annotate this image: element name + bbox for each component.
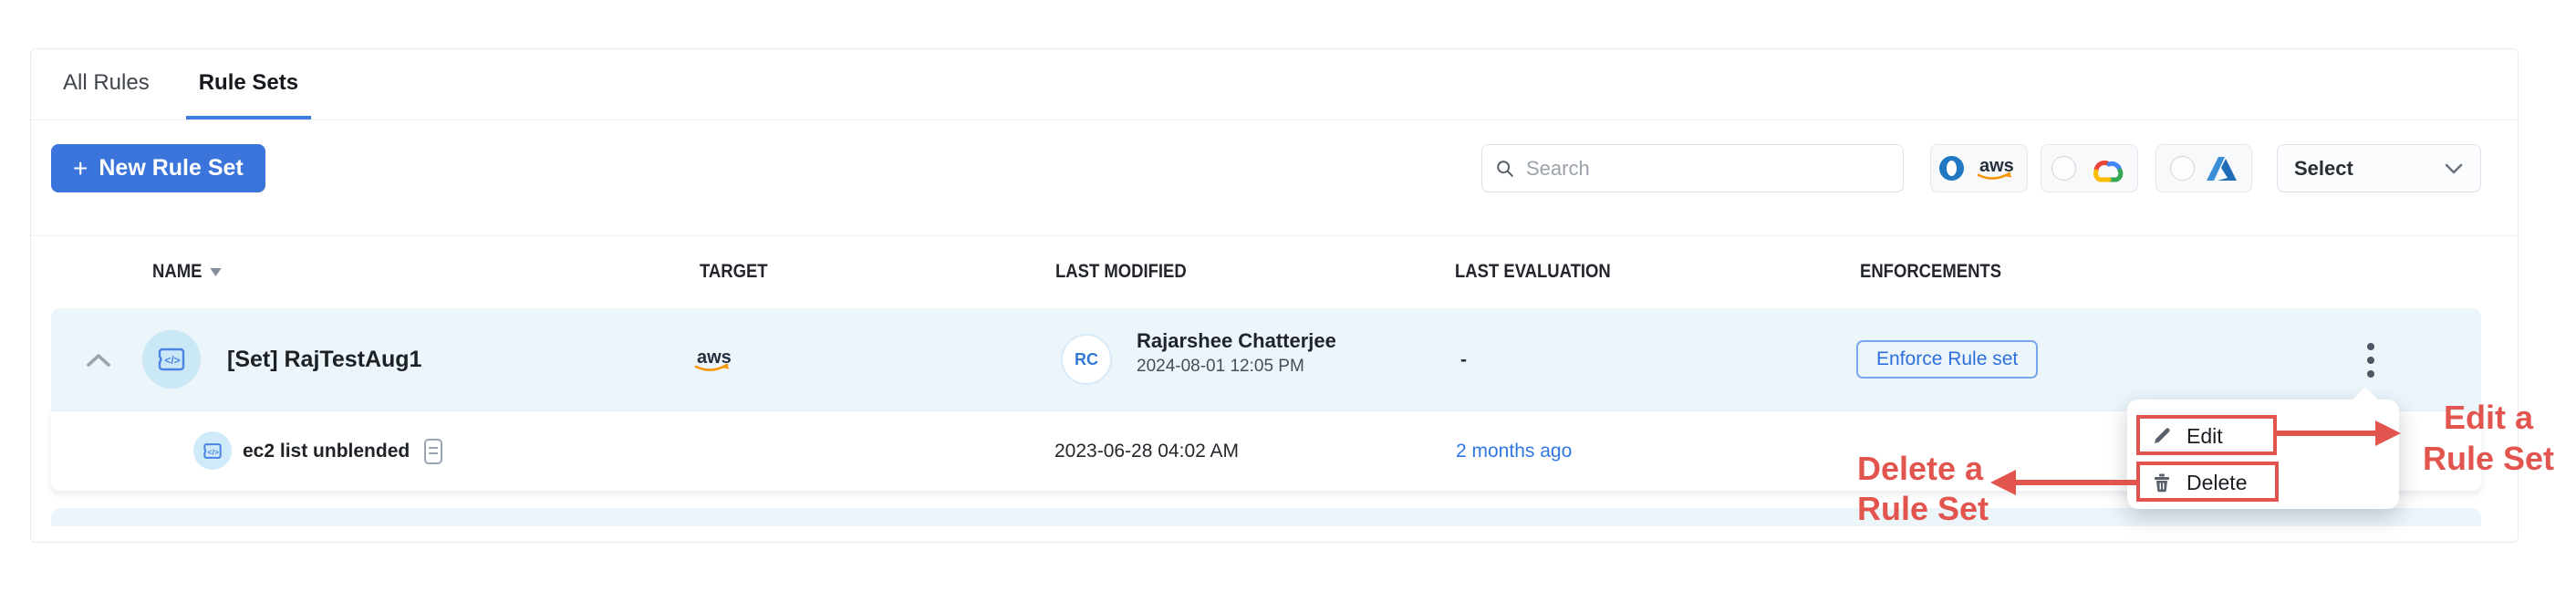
edit-highlight-box	[2136, 415, 2277, 455]
rule-set-name[interactable]: [Set] RajTestAug1	[227, 347, 421, 373]
delete-arrow-line	[2014, 480, 2138, 485]
table-row-rule-set[interactable]: </> [Set] RajTestAug1 aws RC Rajarshee C…	[51, 308, 2481, 411]
last-evaluation-value: -	[1460, 349, 1467, 371]
rule-name[interactable]: ec2 list unblended	[243, 441, 410, 462]
aws-logo-icon: aws	[692, 346, 736, 375]
rule-set-icon-circle: </>	[142, 330, 201, 389]
annotation-delete-line2: Rule Set	[1857, 489, 1989, 529]
svg-text:</>: </>	[207, 447, 219, 456]
table-row-partial	[51, 508, 2481, 526]
search-icon	[1495, 158, 1515, 180]
collapse-row-control[interactable]	[86, 308, 111, 411]
kebab-dot	[2367, 357, 2374, 364]
aws-toggle-on-icon[interactable]	[1939, 156, 1964, 181]
chevron-up-icon	[86, 353, 111, 368]
kebab-dot	[2367, 343, 2374, 350]
new-rule-set-label: New Rule Set	[99, 155, 243, 182]
modified-at-date: 2024-08-01 12:05 PM	[1137, 357, 1304, 377]
tab-all-rules[interactable]: All Rules	[50, 49, 162, 119]
annotation-delete-line1: Delete a	[1857, 449, 1989, 489]
column-header-last-evaluation: LAST EVALUATION	[1455, 235, 1611, 308]
last-modified-cell: Rajarshee Chatterjee 2024-08-01 12:05 PM	[1137, 330, 1336, 377]
modified-by-name: Rajarshee Chatterjee	[1137, 330, 1336, 352]
avatar-initials: RC	[1075, 350, 1098, 369]
svg-text:</>: </>	[164, 354, 180, 367]
plus-icon: +	[73, 156, 88, 182]
edit-arrow-line	[2275, 431, 2381, 436]
sort-caret-icon[interactable]	[210, 268, 221, 276]
target-aws-logo: aws	[692, 308, 736, 411]
select-dropdown[interactable]: Select	[2277, 144, 2481, 192]
gcp-logo-icon	[2087, 153, 2127, 184]
column-header-name[interactable]: NAME	[152, 235, 222, 308]
enforce-rule-set-button[interactable]: Enforce Rule set	[1856, 340, 2038, 379]
gcp-toggle-off-icon[interactable]	[2051, 156, 2076, 181]
annotation-edit-line1: Edit a	[2415, 397, 2561, 438]
annotation-delete-rule-set: Delete a Rule Set	[1857, 449, 1989, 529]
column-header-target: TARGET	[700, 235, 768, 308]
select-dropdown-label: Select	[2294, 157, 2353, 181]
filter-gcp[interactable]	[2041, 144, 2138, 192]
rule-icon-circle: </>	[193, 431, 232, 470]
delete-highlight-box	[2136, 462, 2279, 502]
column-header-last-modified: LAST MODIFIED	[1055, 235, 1187, 308]
kebab-dot	[2367, 370, 2374, 378]
azure-logo-icon	[2206, 155, 2238, 182]
filter-aws[interactable]: aws	[1930, 144, 2028, 192]
annotation-edit-line2: Rule Set	[2415, 438, 2561, 479]
azure-toggle-off-icon[interactable]	[2170, 156, 2195, 181]
row-actions-menu-button[interactable]	[2357, 336, 2384, 385]
filter-azure[interactable]	[2155, 144, 2252, 192]
chevron-down-icon	[2444, 162, 2464, 175]
new-rule-set-button[interactable]: + New Rule Set	[51, 144, 265, 192]
table-header-row: NAME TARGET LAST MODIFIED LAST EVALUATIO…	[31, 235, 2518, 308]
search-box[interactable]	[1481, 144, 1904, 192]
rule-set-icon: </>	[155, 344, 188, 375]
rule-icon: </>	[202, 441, 223, 462]
column-header-name-label: NAME	[152, 235, 202, 308]
column-header-enforcements: ENFORCEMENTS	[1860, 235, 2001, 308]
rule-document-icon[interactable]	[424, 439, 442, 464]
delete-arrow-head-icon	[1990, 470, 2016, 495]
search-input[interactable]	[1524, 156, 1890, 182]
aws-logo-icon: aws	[1975, 154, 2019, 183]
rule-set-group: </> [Set] RajTestAug1 aws RC Rajarshee C…	[51, 308, 2481, 491]
avatar: RC	[1061, 334, 1112, 385]
table-row-rule[interactable]: </> ec2 list unblended 2023-06-28 04:02 …	[51, 411, 2481, 491]
edit-arrow-head-icon	[2375, 420, 2401, 446]
tab-rule-sets[interactable]: Rule Sets	[186, 49, 311, 119]
rule-modified-at: 2023-06-28 04:02 AM	[1054, 441, 1239, 462]
toolbar: + New Rule Set aws	[31, 119, 2518, 236]
rule-last-evaluation-link[interactable]: 2 months ago	[1456, 441, 1572, 462]
row-actions-context-menu: Edit Delete	[2127, 400, 2399, 509]
tabs-bar: All Rules Rule Sets	[31, 49, 2518, 120]
annotation-edit-rule-set: Edit a Rule Set	[2415, 397, 2561, 479]
